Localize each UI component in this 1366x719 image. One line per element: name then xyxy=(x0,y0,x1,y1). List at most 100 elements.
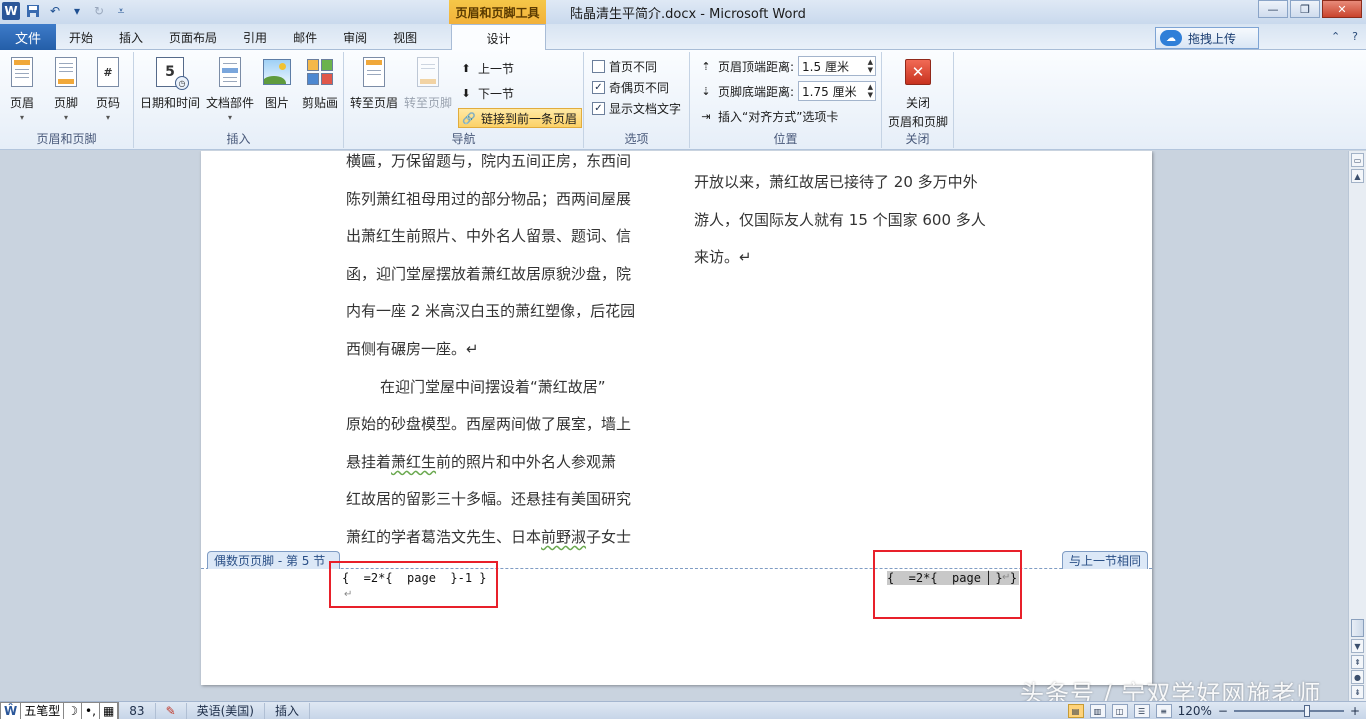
group-position: ⇡ 页眉顶端距离: 1.5 厘米 ▲ ▼ ⇣ 页脚底端距离: 1.75 厘米 ▲ ▼… xyxy=(690,52,882,148)
restore-button[interactable]: ❐ xyxy=(1290,0,1320,18)
undo-dropdown-icon[interactable]: ▾ xyxy=(68,2,86,20)
redo-icon[interactable]: ↻ xyxy=(90,2,108,20)
web-layout-view-icon[interactable]: ◫ xyxy=(1111,704,1128,718)
header-top-distance: ⇡ 页眉顶端距离: 1.5 厘米 ▲ ▼ xyxy=(698,56,877,76)
option-show-document-text[interactable]: ✓ 显示文档文字 xyxy=(592,98,681,118)
tab-mailings[interactable]: 邮件 xyxy=(280,24,330,50)
keyboard-icon[interactable]: ▦ xyxy=(100,702,119,719)
zoom-slider[interactable] xyxy=(1233,705,1344,717)
tab-review[interactable]: 审阅 xyxy=(330,24,380,50)
ime-logo-icon[interactable]: Ŵ xyxy=(1,702,22,719)
vertical-scrollbar[interactable]: ▭ ▲ ▼ ⇞ ● ⇟ xyxy=(1348,151,1366,701)
next-page-icon[interactable]: ⇟ xyxy=(1351,685,1364,699)
page-number-button[interactable]: # 页码 ▾ xyxy=(94,56,122,122)
scroll-up-icon[interactable]: ▲ xyxy=(1351,169,1364,183)
spin-arrows-icon[interactable]: ▲ ▼ xyxy=(868,83,873,99)
print-layout-view-icon[interactable]: ▤ xyxy=(1067,704,1084,718)
language-status[interactable]: 英语(美国) xyxy=(187,702,265,719)
minimize-button[interactable]: — xyxy=(1258,0,1288,18)
footer-button[interactable]: 页脚 ▾ xyxy=(52,56,80,122)
quick-parts-button[interactable]: 文档部件 ▾ xyxy=(206,56,254,122)
tab-design[interactable]: 设计 xyxy=(451,24,546,51)
help-icon[interactable]: ? xyxy=(1352,30,1358,43)
paragraph-line: 西侧有碾房一座。↵ xyxy=(346,339,479,358)
spelling-status[interactable]: ✎ xyxy=(156,702,187,719)
group-navigation: 转至页眉 转至页脚 ⬆ 上一节 ⬇ 下一节 🔗 链接到前一条页眉 导航 xyxy=(344,52,584,148)
spin-arrows-icon[interactable]: ▲ ▼ xyxy=(868,58,873,74)
clipart-button[interactable]: 剪贴画 xyxy=(302,56,338,111)
tab-view[interactable]: 视图 xyxy=(380,24,430,50)
page-number-icon: # xyxy=(97,57,119,87)
checkbox-checked-icon[interactable]: ✓ xyxy=(592,101,605,115)
chevron-down-icon: ▾ xyxy=(19,113,24,122)
option-different-first-page[interactable]: 首页不同 xyxy=(592,56,657,76)
ruler-toggle-icon[interactable]: ▭ xyxy=(1351,153,1364,167)
status-bar: Ŵ 五笔型 ☽ •, ▦ 83 ✎ 英语(美国) 插入 ▤ ▥ ◫ ☰ ≡ 12… xyxy=(0,701,1366,719)
zoom-slider-knob[interactable] xyxy=(1303,705,1310,717)
outline-view-icon[interactable]: ☰ xyxy=(1133,704,1150,718)
group-close: ✕ 关闭 页眉和页脚 关闭 xyxy=(882,52,954,148)
tab-home[interactable]: 开始 xyxy=(56,24,106,50)
upload-label: 拖拽上传 xyxy=(1188,31,1237,46)
close-icon: ✕ xyxy=(905,59,931,85)
even-footer-section-tag: 偶数页页脚 - 第 5 节 - xyxy=(207,551,341,569)
goto-header-button[interactable]: 转至页眉 xyxy=(350,56,398,111)
close-window-button[interactable]: ✕ xyxy=(1322,0,1362,18)
date-time-button[interactable]: 5 ◷ 日期和时间 xyxy=(140,56,200,111)
punctuation-icon[interactable]: •, xyxy=(82,702,100,719)
tab-file[interactable]: 文件 xyxy=(0,24,56,50)
text-run: 子女士 xyxy=(586,527,632,546)
goto-footer-button[interactable]: 转至页脚 xyxy=(404,56,452,111)
chevron-down-icon: ▾ xyxy=(228,113,233,122)
link-to-previous-button[interactable]: 🔗 链接到前一条页眉 xyxy=(458,108,583,128)
clipart-label: 剪贴画 xyxy=(302,96,339,110)
text-column-left[interactable]: 横匾，万保留题与，院内五间正房，东西间 陈列萧红祖母用过的部分物品；西两间屋展 … xyxy=(346,151,666,557)
spelling-flag-text[interactable]: 萧红生 xyxy=(391,453,436,471)
option-different-odd-even[interactable]: ✓ 奇偶页不同 xyxy=(592,77,669,97)
full-screen-view-icon[interactable]: ▥ xyxy=(1089,704,1106,718)
upload-button[interactable]: ☁ 拖拽上传 xyxy=(1155,27,1259,49)
zoom-level[interactable]: 120% xyxy=(1178,704,1212,718)
save-icon[interactable] xyxy=(24,2,42,20)
checkbox-checked-icon[interactable]: ✓ xyxy=(592,80,605,94)
quick-parts-icon xyxy=(219,57,241,87)
paragraph-line: 陈列萧红祖母用过的部分物品；西两间屋展 xyxy=(346,189,632,208)
word-logo-icon[interactable]: W xyxy=(2,2,20,20)
scrollbar-thumb[interactable] xyxy=(1351,619,1364,637)
text-column-right[interactable]: 开放以来，萧红故居已接待了 20 多万中外 游人，仅国际友人就有 15 个国家 … xyxy=(694,164,1024,277)
document-page[interactable]: 横匾，万保留题与，院内五间正房，东西间 陈列萧红祖母用过的部分物品；西两间屋展 … xyxy=(201,151,1152,685)
tab-references[interactable]: 引用 xyxy=(230,24,280,50)
insert-mode[interactable]: 插入 xyxy=(265,702,311,719)
page-number-button-label: 页码 xyxy=(95,96,120,110)
draft-view-icon[interactable]: ≡ xyxy=(1155,704,1172,718)
cloud-icon: ☁ xyxy=(1160,30,1182,46)
checkbox-icon[interactable] xyxy=(592,59,605,73)
close-header-footer-button[interactable]: ✕ 关闭 页眉和页脚 xyxy=(888,56,948,130)
footer-bottom-spinbox[interactable]: 1.75 厘米 ▲ ▼ xyxy=(798,81,877,101)
date-time-label: 日期和时间 xyxy=(140,96,201,110)
picture-button[interactable]: 图片 xyxy=(263,56,291,111)
previous-page-icon[interactable]: ⇞ xyxy=(1351,655,1364,669)
ribbon-tab-row: 文件 开始 插入 页面布局 引用 邮件 审阅 视图 设计 ☁ 拖拽上传 ⌃ ? xyxy=(0,24,1366,51)
insert-alignment-tab-button[interactable]: ⇥ 插入“对齐方式”选项卡 xyxy=(698,106,838,126)
spelling-flag-text[interactable]: 前野淑 xyxy=(541,528,586,546)
tab-insert[interactable]: 插入 xyxy=(106,24,156,50)
minimize-ribbon-icon[interactable]: ⌃ xyxy=(1331,30,1340,43)
scroll-down-icon[interactable]: ▼ xyxy=(1351,639,1364,653)
header-top-spinbox[interactable]: 1.5 厘米 ▲ ▼ xyxy=(798,56,877,76)
zoom-in-button[interactable]: + xyxy=(1350,704,1360,718)
footer-bottom-distance: ⇣ 页脚底端距离: 1.75 厘米 ▲ ▼ xyxy=(698,81,877,101)
page-count[interactable]: 83 xyxy=(119,702,156,719)
customize-qat-icon[interactable]: ⩡ xyxy=(112,2,130,20)
group-options: 首页不同 ✓ 奇偶页不同 ✓ 显示文档文字 选项 xyxy=(584,52,690,148)
tab-page-layout[interactable]: 页面布局 xyxy=(156,24,230,50)
header-button[interactable]: 页眉 ▾ xyxy=(8,56,36,122)
next-section-button[interactable]: ⬇ 下一节 xyxy=(458,83,514,103)
ime-mode[interactable]: 五笔型 xyxy=(21,702,65,719)
moon-icon[interactable]: ☽ xyxy=(64,702,83,719)
browse-object-icon[interactable]: ● xyxy=(1351,670,1364,684)
group-insert: 5 ◷ 日期和时间 文档部件 ▾ 图片 剪贴画 插入 xyxy=(134,52,344,148)
undo-icon[interactable]: ↶ xyxy=(46,2,64,20)
previous-section-button[interactable]: ⬆ 上一节 xyxy=(458,58,514,78)
zoom-out-button[interactable]: − xyxy=(1218,704,1228,718)
